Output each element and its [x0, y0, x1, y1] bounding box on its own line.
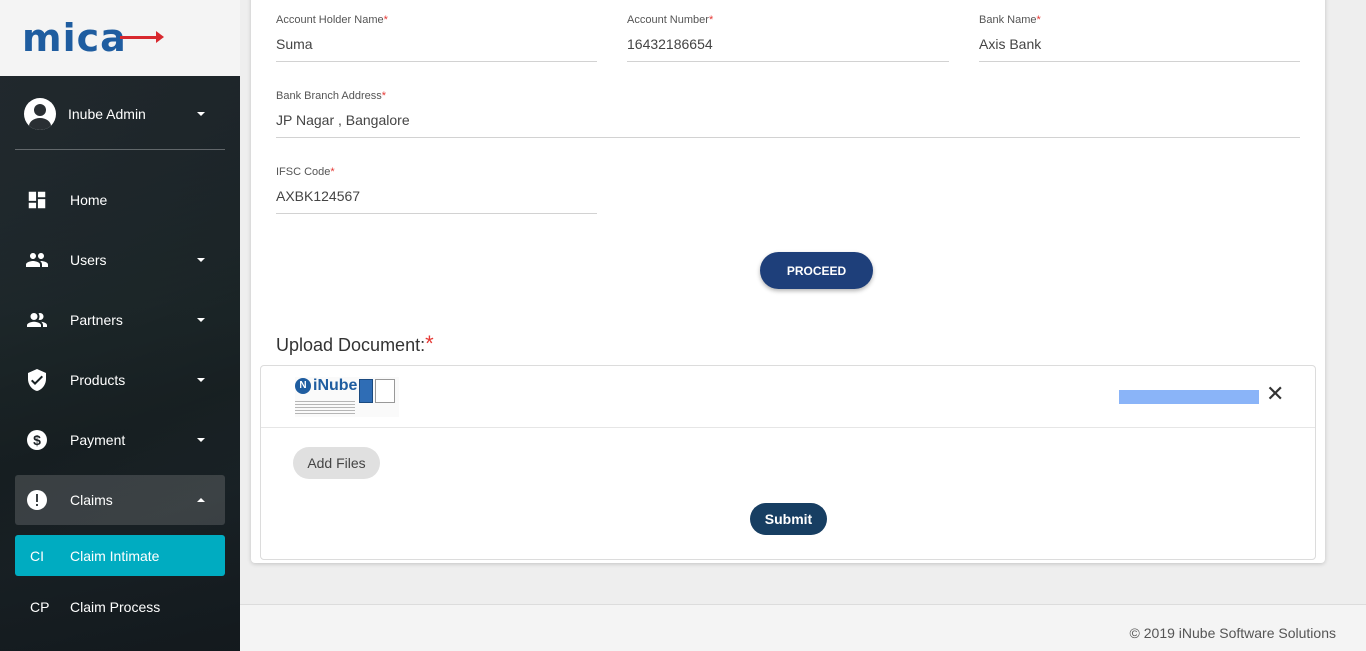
- user-menu[interactable]: Inube Admin: [15, 95, 225, 133]
- sidebar-item-users[interactable]: Users: [15, 235, 225, 285]
- divider: [15, 149, 225, 150]
- copyright-text: © 2019 iNube Software Solutions: [1129, 625, 1336, 641]
- chevron-down-icon: [197, 112, 205, 116]
- sidebar-item-label: Claim Intimate: [70, 547, 160, 564]
- chevron-up-icon: [197, 498, 205, 502]
- upload-title-text: Upload Document:: [276, 335, 426, 355]
- iso-badge-icon: [375, 379, 395, 403]
- account-holder-field[interactable]: Account Holder Name* Suma: [276, 14, 597, 62]
- upload-progress-bar: [1119, 390, 1259, 404]
- dollar-icon: $: [25, 428, 49, 452]
- logo-arrow-icon: [120, 31, 164, 43]
- submit-button[interactable]: Submit: [750, 503, 827, 535]
- sidebar-item-label: Payment: [70, 432, 126, 448]
- sidebar-item-home[interactable]: Home: [15, 175, 225, 225]
- sidebar-item-payment[interactable]: $ Payment: [15, 415, 225, 465]
- upload-progress-fill: [1119, 390, 1259, 404]
- sidebar-item-products[interactable]: Products: [15, 355, 225, 405]
- logo[interactable]: mica: [0, 0, 240, 76]
- bank-name-field[interactable]: Bank Name* Axis Bank: [979, 14, 1300, 62]
- sidebar-item-label: Products: [70, 372, 126, 388]
- sidebar-item-claims[interactable]: Claims: [15, 475, 225, 525]
- sidebar: mica Inube Admin Home Users Partners Pro…: [0, 0, 240, 651]
- dashboard-icon: [25, 188, 49, 212]
- required-mark: *: [425, 331, 434, 356]
- users-icon: [25, 248, 49, 272]
- chevron-down-icon: [197, 258, 205, 262]
- field-underline: [979, 61, 1300, 62]
- upload-title: Upload Document:*: [276, 331, 434, 357]
- shield-check-icon: [25, 368, 49, 392]
- sidebar-item-label: Home: [70, 192, 108, 208]
- logo-text: mica: [22, 16, 127, 60]
- sidebar-item-label: Claims: [70, 492, 113, 508]
- field-underline: [276, 213, 597, 214]
- field-underline: [627, 61, 949, 62]
- upload-dropzone[interactable]: NiNube ✕ Add Files Submit: [260, 365, 1316, 560]
- sidebar-item-claim-intimate[interactable]: CI Claim Intimate: [15, 535, 225, 576]
- sidebar-item-abbr: CP: [30, 598, 50, 615]
- field-label: IFSC Code: [276, 166, 331, 178]
- file-thumbnail[interactable]: NiNube: [295, 377, 399, 417]
- sidebar-item-partners[interactable]: Partners: [15, 295, 225, 345]
- sidebar-item-label: Users: [70, 252, 107, 268]
- ifsc-field[interactable]: IFSC Code* AXBK124567: [276, 166, 597, 214]
- required-mark: *: [708, 14, 714, 26]
- field-underline: [276, 61, 597, 62]
- thumb-logo-text: iNube: [313, 377, 358, 394]
- add-files-button[interactable]: Add Files: [293, 447, 380, 479]
- field-value: AXBK124567: [276, 188, 361, 204]
- field-value: Axis Bank: [979, 36, 1042, 52]
- chevron-down-icon: [197, 438, 205, 442]
- lock-badge-icon: [359, 379, 373, 403]
- svg-text:$: $: [33, 432, 41, 448]
- required-mark: *: [1036, 14, 1041, 26]
- footer: © 2019 iNube Software Solutions: [240, 604, 1366, 651]
- required-mark: *: [330, 166, 335, 178]
- sidebar-item-claim-process[interactable]: CP Claim Process: [15, 586, 225, 627]
- uploaded-file-row: NiNube ✕: [261, 366, 1315, 428]
- chevron-down-icon: [197, 318, 205, 322]
- inube-logo-icon: N: [295, 377, 311, 394]
- field-label: Bank Branch Address: [276, 90, 382, 102]
- account-number-field[interactable]: Account Number* 16432186654: [627, 14, 949, 62]
- sidebar-item-label: Claim Process: [70, 598, 161, 615]
- field-value: 16432186654: [627, 36, 713, 52]
- field-underline: [276, 137, 1300, 138]
- user-name: Inube Admin: [68, 106, 146, 122]
- alert-icon: [25, 488, 49, 512]
- remove-file-button[interactable]: ✕: [1266, 383, 1284, 405]
- branch-address-field[interactable]: Bank Branch Address* JP Nagar , Bangalor…: [276, 90, 1300, 138]
- field-label: Bank Name: [979, 14, 1037, 26]
- required-mark: *: [381, 90, 387, 102]
- field-label: Account Holder Name: [276, 14, 384, 26]
- sidebar-item-abbr: CI: [30, 547, 44, 564]
- chevron-down-icon: [197, 378, 205, 382]
- required-mark: *: [383, 14, 388, 26]
- thumb-text-lines: [295, 401, 355, 415]
- sidebar-item-label: Partners: [70, 312, 123, 328]
- partners-icon: [25, 308, 49, 332]
- proceed-button[interactable]: PROCEED: [760, 252, 873, 289]
- avatar-icon: [24, 98, 56, 130]
- field-value: JP Nagar , Bangalore: [276, 112, 410, 128]
- field-label: Account Number: [627, 14, 709, 26]
- field-value: Suma: [276, 36, 313, 52]
